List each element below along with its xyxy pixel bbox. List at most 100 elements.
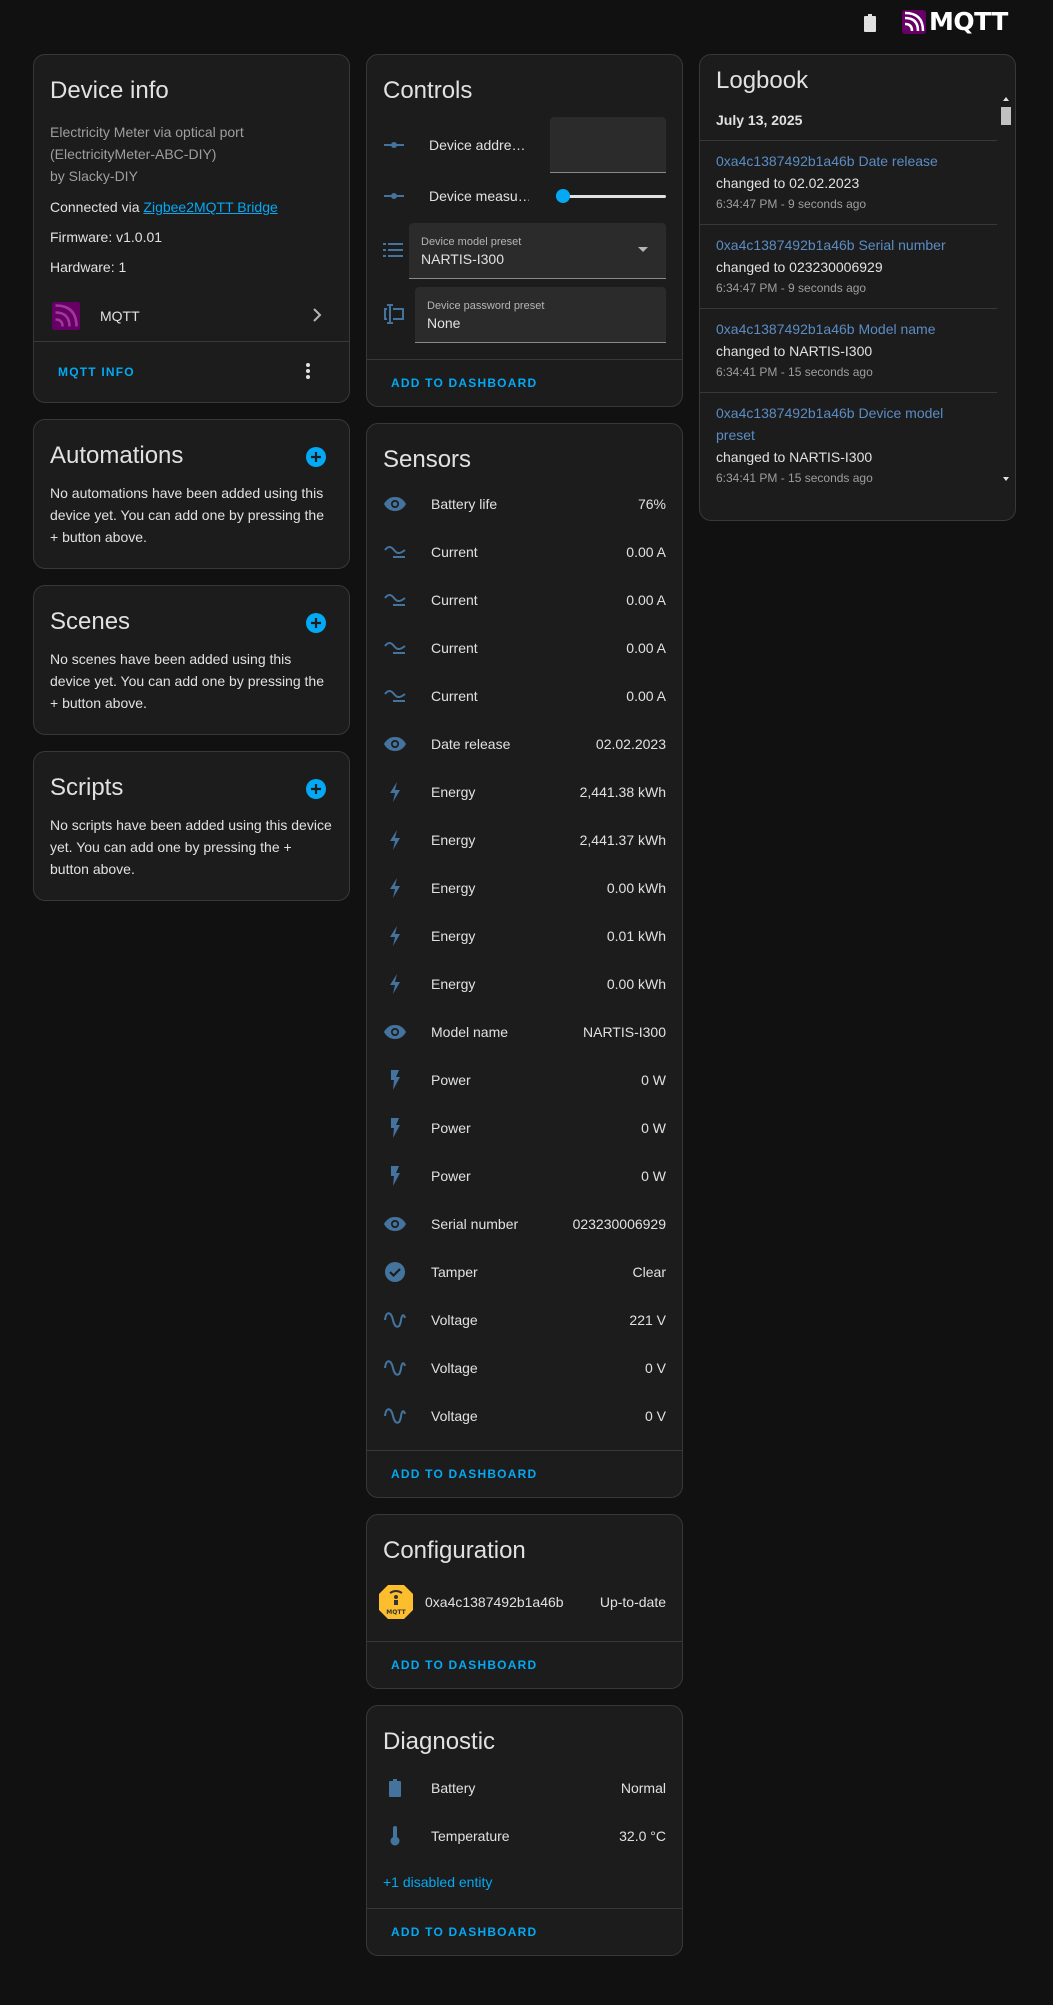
add-script-icon[interactable] [305,778,327,800]
device-measurement-slider[interactable] [556,188,666,204]
scroll-thumb[interactable] [1001,107,1011,125]
sensor-row[interactable]: Current 0.00 A [367,576,682,624]
add-automation-icon[interactable] [305,446,327,468]
sensor-row[interactable]: Power 0 W [367,1056,682,1104]
logbook-entity-link[interactable]: 0xa4c1387492b1a46b Device model preset [716,402,981,446]
check-circle-icon [383,1260,407,1284]
zigbee2mqtt-icon: MQTT [377,1583,415,1621]
sensor-name: Power [431,1168,471,1184]
sensor-row[interactable]: Voltage 221 V [367,1296,682,1344]
configuration-title: Configuration [383,1537,526,1564]
logbook-scrollbar[interactable] [999,95,1013,495]
controls-add-to-dashboard-button[interactable]: ADD TO DASHBOARD [391,376,537,390]
sensor-row[interactable]: Power 0 W [367,1104,682,1152]
sensor-row[interactable]: Current 0.00 A [367,624,682,672]
current-ac-icon [383,684,407,708]
slider-thumb[interactable] [556,189,570,203]
scripts-empty-text: No scripts have been added using this de… [50,817,332,877]
sensor-name: Battery life [431,496,498,512]
device-address-input[interactable] [550,117,666,173]
bridge-link[interactable]: Zigbee2MQTT Bridge [143,199,277,215]
chevron-right-icon [313,308,322,322]
logbook-list[interactable]: July 13, 2025 0xa4c1387492b1a46b Date re… [700,95,1015,495]
logbook-entity-link[interactable]: 0xa4c1387492b1a46b Date release [716,150,981,172]
logbook-entity-link[interactable]: 0xa4c1387492b1a46b Model name [716,318,981,340]
current-ac-icon [383,636,407,660]
sensor-row[interactable]: Date release 02.02.2023 [367,720,682,768]
automations-title: Automations [50,442,184,469]
sensor-row[interactable]: Energy 2,441.38 kWh [367,768,682,816]
sensor-row[interactable]: Power 0 W [367,1152,682,1200]
configuration-actions: ADD TO DASHBOARD [367,1642,682,1688]
add-scene-icon[interactable] [305,612,327,634]
logbook-entity-link[interactable]: 0xa4c1387492b1a46b Serial number [716,234,981,256]
password-preset-row: Device password preset None [367,287,682,343]
sensor-value: 0.00 kWh [606,976,666,992]
firmware-entity-name: 0xa4c1387492b1a46b [425,1594,564,1610]
sensor-row[interactable]: Current 0.00 A [367,672,682,720]
diagnostic-value: 32.0 °C [619,1828,666,1844]
more-vert-icon[interactable] [305,362,311,380]
model-preset-select[interactable]: Device model preset NARTIS-I300 [409,223,666,279]
sine-wave-icon [383,1356,407,1380]
sensor-row[interactable]: Energy 0.00 kWh [367,864,682,912]
lightning-icon [383,972,407,996]
automations-empty-text: No automations have been added using thi… [50,485,324,545]
diagnostic-value: Normal [620,1780,666,1796]
sensor-row[interactable]: Serial number 023230006929 [367,1200,682,1248]
configuration-card: Configuration MQTT 0xa4c1387492b1a46b Up… [366,1514,683,1689]
sensor-name: Power [431,1120,471,1136]
eye-icon [383,492,407,516]
sensor-row[interactable]: Energy 0.01 kWh [367,912,682,960]
diagnostic-name: Temperature [431,1828,510,1844]
sensor-row[interactable]: Voltage 0 V [367,1344,682,1392]
diagnostic-row-battery[interactable]: Battery Normal [367,1764,682,1812]
sensor-name: Voltage [431,1312,478,1328]
logbook-time: 6:34:41 PM - 15 seconds ago [716,365,873,379]
sensor-value: 0.00 A [626,688,666,704]
diagnostic-row-temperature[interactable]: Temperature 32.0 °C [367,1812,682,1860]
logbook-message: changed to NARTIS-I300 [716,343,873,359]
password-preset-field[interactable]: Device password preset None [415,287,666,343]
sensor-value: 0.00 A [626,544,666,560]
device-manufacturer: by Slacky-DIY [50,168,138,184]
control-name: Device addre… [429,137,526,153]
sensor-row[interactable]: Battery life 76% [367,480,682,528]
select-label: Device model preset [421,236,522,248]
dots-horizontal-icon [383,137,405,153]
sensor-row[interactable]: Voltage 0 V [367,1392,682,1440]
sensor-row[interactable]: Model name NARTIS-I300 [367,1008,682,1056]
firmware-version: Firmware: v1.0.01 [50,229,163,245]
scroll-up-icon[interactable] [1003,97,1009,101]
scripts-card: Scripts No scripts have been added using… [33,751,350,901]
configuration-row-firmware[interactable]: MQTT 0xa4c1387492b1a46b Up-to-date [367,1573,682,1631]
current-ac-icon [383,588,407,612]
sensor-value: 2,441.38 kWh [579,784,666,800]
diagnostic-add-to-dashboard-button[interactable]: ADD TO DASHBOARD [391,1925,537,1939]
lightning-icon [383,924,407,948]
disabled-entity-link[interactable]: +1 disabled entity [367,1860,682,1908]
sensor-row[interactable]: Tamper Clear [367,1248,682,1296]
automations-card: Automations No automations have been add… [33,419,350,569]
lightning-icon [383,780,407,804]
sensor-name: Power [431,1072,471,1088]
sensor-value: 0.00 A [626,640,666,656]
mqtt-info-button[interactable]: MQTT INFO [58,365,135,379]
eye-icon [383,1212,407,1236]
integration-mqtt-row[interactable]: MQTT [34,291,349,341]
sensors-title: Sensors [383,446,472,473]
diagnostic-card: Diagnostic Battery Normal Temperature 32… [366,1705,683,1956]
sensor-row[interactable]: Energy 2,441.37 kWh [367,816,682,864]
scroll-down-icon[interactable] [1003,477,1009,481]
dropdown-arrow-icon [638,247,648,252]
diagnostic-title: Diagnostic [383,1728,496,1755]
sensor-row[interactable]: Current 0.00 A [367,528,682,576]
logbook-time: 6:34:47 PM - 9 seconds ago [716,197,867,211]
sensor-value: 02.02.2023 [595,736,666,752]
field-label: Device password preset [427,300,545,312]
device-model-id: (ElectricityMeter-ABC-DIY) [50,146,217,162]
configuration-add-to-dashboard-button[interactable]: ADD TO DASHBOARD [391,1658,537,1672]
sensor-name: Model name [431,1024,509,1040]
sensor-row[interactable]: Energy 0.00 kWh [367,960,682,1008]
sensors-add-to-dashboard-button[interactable]: ADD TO DASHBOARD [391,1467,537,1481]
